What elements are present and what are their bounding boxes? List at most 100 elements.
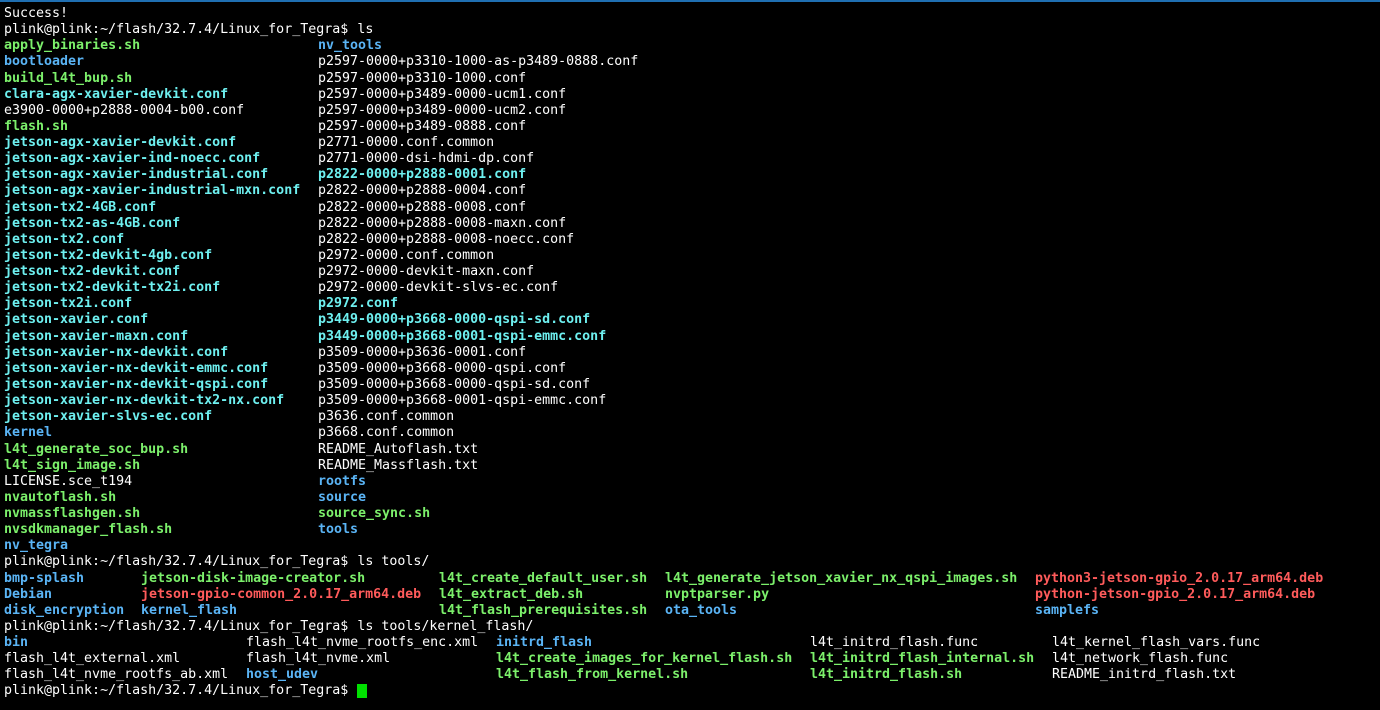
file-entry: bin [4, 635, 29, 651]
file-entry: p2972-0000-devkit-slvs-ec.conf [318, 280, 559, 296]
file-entry: kernel [4, 425, 53, 441]
file-entry: p3509-0000+p3668-0000-qspi-sd.conf [318, 376, 591, 392]
shell-prompt: plink@plink:~/flash/32.7.4/Linux_for_Teg… [4, 554, 349, 570]
file-entry: README_Massflash.txt [318, 457, 479, 473]
file-entry: p2822-0000+p2888-0001.conf [318, 167, 527, 183]
file-entry: p2597-0000+p3310-1000.conf [318, 70, 527, 86]
file-entry: p2597-0000+p3489-0000-ucm2.conf [318, 102, 567, 118]
shell-prompt: plink@plink:~/flash/32.7.4/Linux_for_Teg… [4, 22, 349, 38]
file-entry: jetson-gpio-common_2.0.17_arm64.deb [141, 586, 422, 602]
file-entry: l4t_extract_deb.sh [439, 586, 584, 602]
file-entry: clara-agx-xavier-devkit.conf [4, 86, 229, 102]
file-entry: p2771-0000.conf.common [318, 135, 495, 151]
file-entry: e3900-0000+p2888-0004-b00.conf [4, 102, 245, 118]
file-entry: nvautoflash.sh [4, 489, 117, 505]
file-entry: kernel_flash [141, 602, 238, 618]
file-entry: ota_tools [665, 602, 738, 618]
file-entry: jetson-xavier-nx-devkit-tx2-nx.conf [4, 393, 285, 409]
file-entry: l4t_flash_from_kernel.sh [496, 667, 689, 683]
file-entry: p2597-0000+p3310-1000-as-p3489-0888.conf [318, 54, 639, 70]
shell-prompt: plink@plink:~/flash/32.7.4/Linux_for_Teg… [4, 618, 349, 634]
file-entry: bmp-splash [4, 570, 85, 586]
file-entry: p2822-0000+p2888-0008.conf [318, 199, 527, 215]
file-entry: jetson-xavier-nx-devkit-qspi.conf [4, 376, 269, 392]
file-entry: p2597-0000+p3489-0888.conf [318, 118, 527, 134]
file-entry: p3509-0000+p3668-0000-qspi.conf [318, 360, 567, 376]
file-entry: tools [318, 522, 359, 538]
file-entry: jetson-tx2-devkit-4gb.conf [4, 247, 213, 263]
shell-command: ls tools/ [357, 554, 430, 570]
file-entry: host_udev [246, 667, 319, 683]
file-entry: p3509-0000+p3636-0001.conf [318, 344, 527, 360]
shell-command: ls [357, 22, 374, 38]
file-entry: apply_binaries.sh [4, 38, 141, 54]
file-entry: nv_tegra [4, 538, 69, 554]
file-entry: nv_tools [318, 38, 383, 54]
shell-command: ls tools/kernel_flash/ [357, 618, 534, 634]
file-entry: l4t_initrd_flash.func [810, 635, 979, 651]
file-entry: jetson-agx-xavier-industrial.conf [4, 167, 269, 183]
file-entry: l4t_create_images_for_kernel_flash.sh [496, 651, 793, 667]
file-entry: flash_l4t_nvme_rootfs_ab.xml [4, 667, 229, 683]
file-entry: flash_l4t_nvme_rootfs_enc.xml [246, 635, 479, 651]
file-entry: p2972-0000.conf.common [318, 247, 495, 263]
file-entry: initrd_flash [496, 635, 593, 651]
file-entry: jetson-tx2i.conf [4, 296, 133, 312]
file-entry: l4t_kernel_flash_vars.func [1052, 635, 1261, 651]
file-entry: jetson-xavier-nx-devkit.conf [4, 344, 229, 360]
file-entry: jetson-agx-xavier-industrial-mxn.conf [4, 183, 301, 199]
file-entry: p2822-0000+p2888-0008-noecc.conf [318, 231, 575, 247]
file-entry: jetson-tx2-devkit-tx2i.conf [4, 280, 221, 296]
file-entry: l4t_create_default_user.sh [439, 570, 648, 586]
file-entry: jetson-xavier.conf [4, 312, 149, 328]
file-entry: jetson-tx2.conf [4, 231, 125, 247]
file-entry: Debian [4, 586, 53, 602]
file-entry: jetson-tx2-devkit.conf [4, 264, 181, 280]
file-entry: source_sync.sh [318, 506, 431, 522]
file-entry: python3-jetson-gpio_2.0.17_arm64.deb [1035, 570, 1324, 586]
file-entry: p2597-0000+p3489-0000-ucm1.conf [318, 86, 567, 102]
terminal-window[interactable]: Success! plink@plink:~/flash/32.7.4/Linux… [0, 0, 1380, 710]
file-entry: flash_l4t_external.xml [4, 651, 181, 667]
file-entry: p3509-0000+p3668-0001-qspi-emmc.conf [318, 393, 607, 409]
file-entry: l4t_network_flash.func [1052, 651, 1229, 667]
file-entry: LICENSE.sce_t194 [4, 473, 133, 489]
file-entry: nvptparser.py [665, 586, 770, 602]
file-entry: jetson-xavier-nx-devkit-emmc.conf [4, 360, 269, 376]
file-entry: p2822-0000+p2888-0008-maxn.conf [318, 215, 567, 231]
file-entry: l4t_generate_jetson_xavier_nx_qspi_image… [665, 570, 1018, 586]
file-entry: p3668.conf.common [318, 425, 455, 441]
file-entry: l4t_sign_image.sh [4, 457, 141, 473]
file-entry: flash.sh [4, 118, 69, 134]
file-entry: disk_encryption [4, 602, 125, 618]
file-entry: p3449-0000+p3668-0000-qspi-sd.conf [318, 312, 591, 328]
file-entry: p2972-0000-devkit-maxn.conf [318, 264, 535, 280]
file-entry: samplefs [1035, 602, 1100, 618]
file-entry: p3449-0000+p3668-0001-qspi-emmc.conf [318, 328, 607, 344]
file-entry: p2822-0000+p2888-0004.conf [318, 183, 527, 199]
shell-prompt: plink@plink:~/flash/32.7.4/Linux_for_Teg… [4, 683, 349, 699]
file-entry: jetson-xavier-maxn.conf [4, 328, 189, 344]
file-entry: flash_l4t_nvme.xml [246, 651, 391, 667]
file-entry: rootfs [318, 473, 367, 489]
file-entry: nvmassflashgen.sh [4, 506, 141, 522]
file-entry: jetson-xavier-slvs-ec.conf [4, 409, 213, 425]
file-entry: p2972.conf [318, 296, 399, 312]
file-entry: python-jetson-gpio_2.0.17_arm64.deb [1035, 586, 1316, 602]
file-entry: README_Autoflash.txt [318, 441, 479, 457]
file-entry: jetson-agx-xavier-devkit.conf [4, 135, 237, 151]
file-entry: source [318, 489, 367, 505]
file-entry: jetson-tx2-as-4GB.conf [4, 215, 181, 231]
file-entry: p3636.conf.common [318, 409, 455, 425]
file-entry: jetson-agx-xavier-ind-noecc.conf [4, 151, 261, 167]
file-entry: l4t_initrd_flash_internal.sh [810, 651, 1035, 667]
file-entry: jetson-tx2-4GB.conf [4, 199, 157, 215]
file-entry: jetson-disk-image-creator.sh [141, 570, 366, 586]
file-entry: l4t_initrd_flash.sh [810, 667, 963, 683]
success-message: Success! [4, 6, 69, 21]
file-entry: bootloader [4, 54, 85, 70]
text-cursor[interactable] [357, 684, 368, 699]
file-entry: build_l4t_bup.sh [4, 70, 133, 86]
file-entry: p2771-0000-dsi-hdmi-dp.conf [318, 151, 535, 167]
file-entry: nvsdkmanager_flash.sh [4, 522, 173, 538]
